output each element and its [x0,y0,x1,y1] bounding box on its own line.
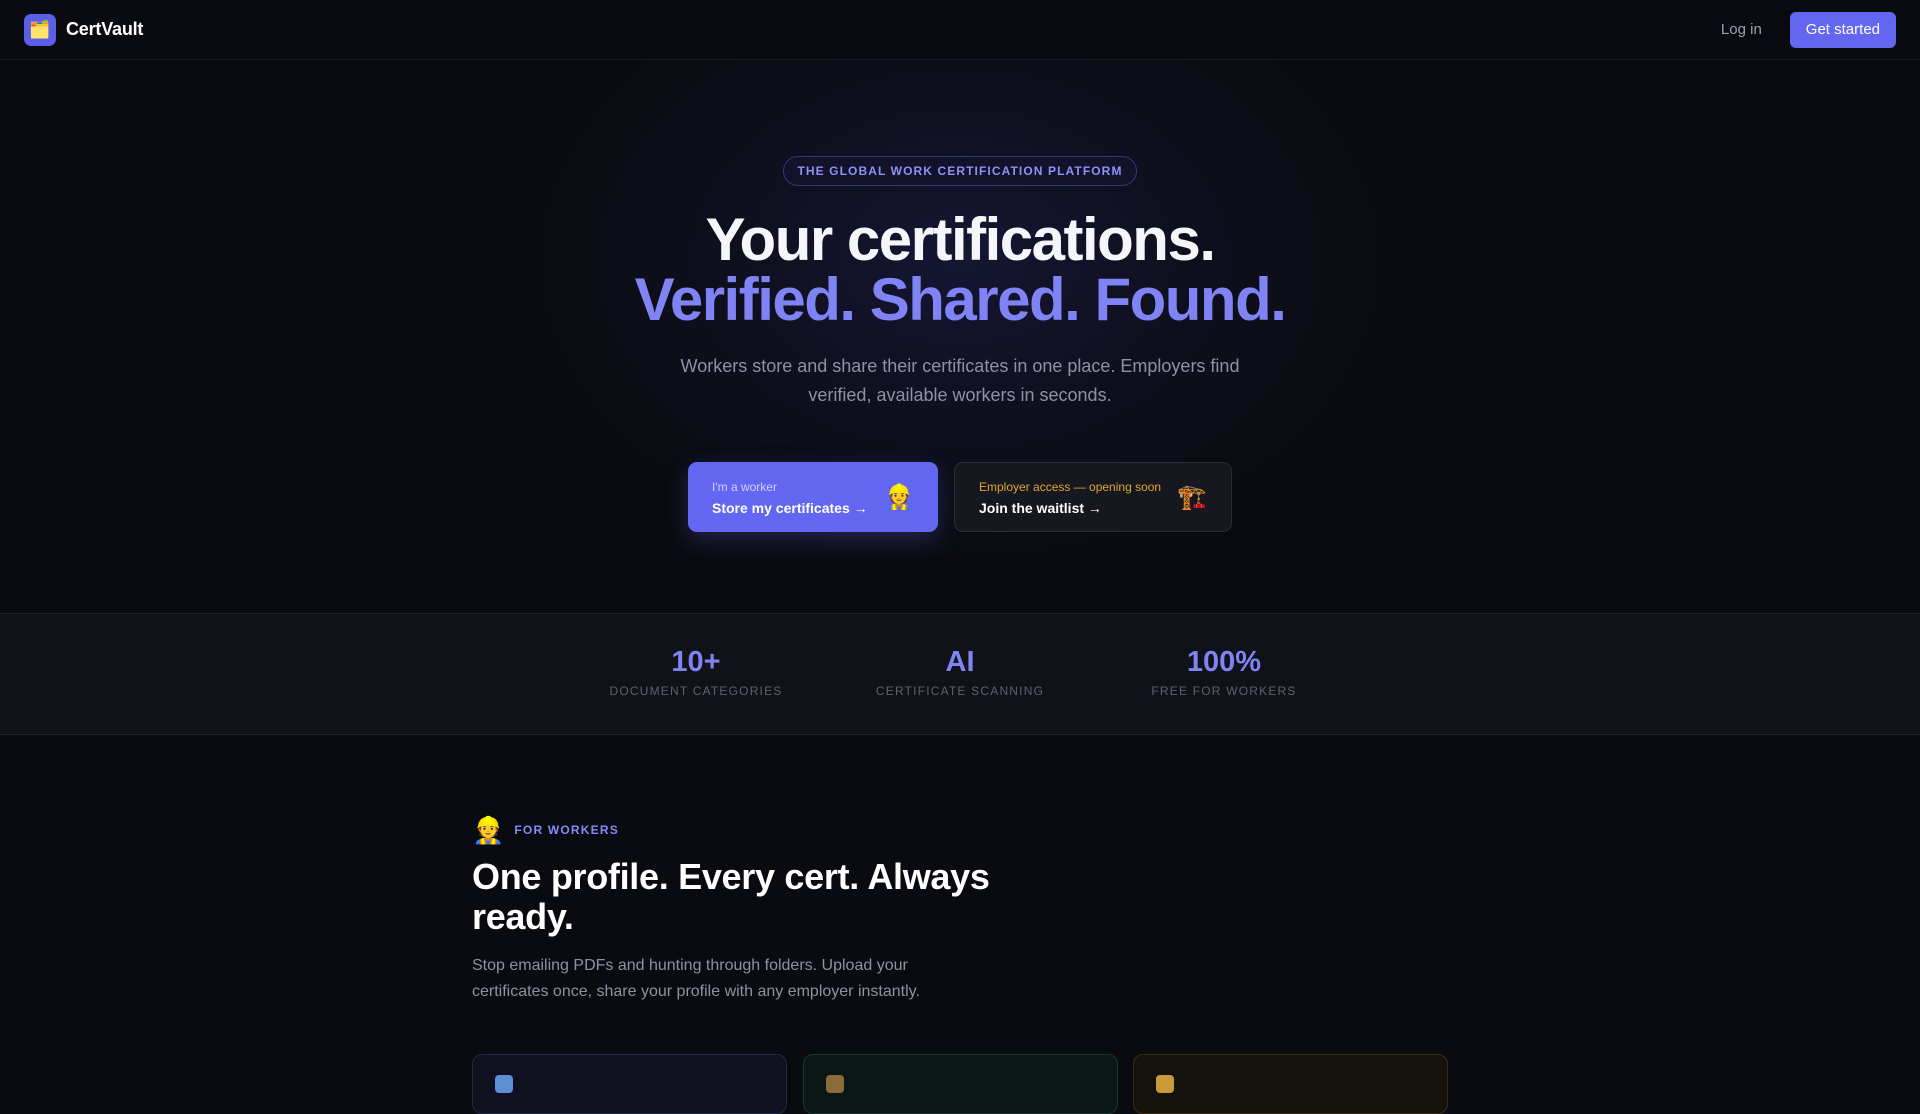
get-started-button[interactable]: Get started [1789,11,1896,48]
brand[interactable]: 🗂️ CertVault [24,13,144,46]
employer-waitlist-button[interactable]: Employer access — opening soon Join the … [954,462,1232,532]
top-nav: 🗂️ CertVault Log in Get started [0,0,1920,60]
stats-band: 10+ DOCUMENT CATEGORIES AI CERTIFICATE S… [0,613,1920,735]
stat-value: 10+ [671,646,721,678]
employer-cta-caption: Employer access — opening soon [979,479,1162,494]
feature-icon [826,1075,844,1093]
feature-icon [495,1075,513,1093]
folder-icon: 🗂️ [24,13,56,46]
stat-label: CERTIFICATE SCANNING [875,684,1045,698]
employer-cta-text: Employer access — opening soon Join the … [979,479,1161,516]
login-link[interactable]: Log in [1721,21,1762,38]
section-tag-label: FOR WORKERS [514,823,619,837]
stat-label: FREE FOR WORKERS [1151,684,1297,698]
feature-card[interactable] [472,1054,787,1114]
hero-section: THE GLOBAL WORK CERTIFICATION PLATFORM Y… [0,60,1920,613]
worker-cta-text: I'm a worker Store my certificates → [712,479,868,516]
nav-actions: Log in Get started [1721,11,1896,48]
worker-cta-button[interactable]: I'm a worker Store my certificates → 👷 [688,462,938,532]
hero-title-line-2: Verified. Shared. Found. [634,266,1287,333]
employer-cta-label: Join the waitlist → [979,499,1102,516]
hero-title-line-1: Your certifications. [705,206,1216,273]
section-tag: 👷 FOR WORKERS [472,815,1452,845]
hero-subtitle: Workers store and share their certificat… [680,356,1240,405]
stat-label: DOCUMENT CATEGORIES [609,684,783,698]
hero-eyebrow-badge: THE GLOBAL WORK CERTIFICATION PLATFORM [783,156,1137,186]
feature-card[interactable] [1133,1054,1448,1114]
construction-worker-icon: 👷 [472,814,505,845]
section-heading: One profile. Every cert. Always ready. [472,856,990,937]
crane-icon: 🏗️ [1177,483,1207,511]
section-body: Stop emailing PDFs and hunting through f… [472,957,920,1000]
worker-cta-label: Store my certificates → [712,499,868,516]
for-workers-section: 👷 FOR WORKERS One profile. Every cert. A… [472,815,1452,1005]
brand-name: CertVault [66,19,144,39]
feature-icon [1156,1075,1174,1093]
stat-certificate-scanning: AI CERTIFICATE SCANNING [840,646,1080,698]
worker-cta-caption: I'm a worker [712,479,777,494]
construction-worker-icon: 👷 [884,483,914,511]
stat-document-categories: 10+ DOCUMENT CATEGORIES [576,646,816,698]
stat-free-for-workers: 100% FREE FOR WORKERS [1104,646,1344,698]
stat-value: AI [945,646,975,678]
feature-card[interactable] [803,1054,1118,1114]
stat-value: 100% [1186,646,1262,678]
